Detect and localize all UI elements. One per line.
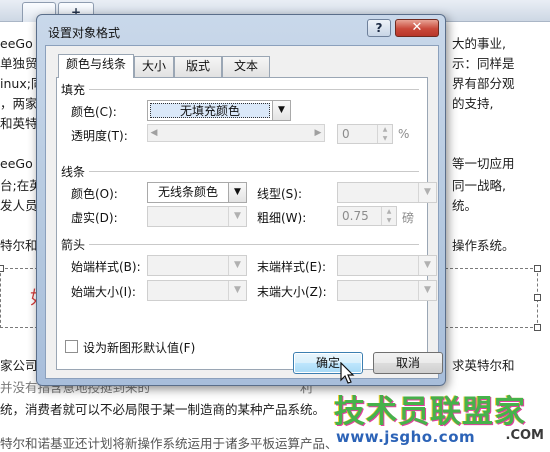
weight-label: 粗细(W): [257,211,307,225]
document-line-right: 大的事业, [452,36,506,51]
tab-text-box[interactable]: 文本框 [222,56,270,92]
weight-spinner[interactable]: 0.75 ▲ ▼ [337,206,397,226]
tab-size[interactable]: 大小 [134,56,174,77]
spinner-buttons[interactable]: ▲ ▼ [377,125,392,143]
weight-value: 0.75 [342,209,369,223]
dialog-title: 设置对象格式 [48,26,121,40]
set-as-default-checkbox[interactable] [65,340,78,353]
dialog-titlebar[interactable]: 设置对象格式 ? ✕ [37,15,445,45]
document-line-left: 家公司 [0,358,38,373]
transparency-value: 0 [342,127,350,141]
help-button[interactable]: ? [367,19,391,37]
watermark-logo-text: 技术员联盟家 [334,394,526,430]
document-line-left: 和英特 [0,116,38,131]
end-style-dropdown[interactable]: ▼ [337,255,437,276]
document-line-left: 单独贸 [0,56,38,71]
mouse-pointer-icon [340,362,355,384]
begin-style-label: 始端样式(B): [71,260,141,274]
line-section-label: 线条 [61,165,420,179]
document-line-right: 的支持, [452,96,494,111]
resize-handle[interactable] [0,265,4,272]
arrows-section-label: 箭头 [61,238,420,252]
chevron-down-icon[interactable]: ▼ [228,207,246,226]
tab-colors-and-lines[interactable]: 颜色与线条 [58,54,134,78]
fill-color-value: 无填充颜色 [150,103,270,118]
line-color-label: 颜色(O): [71,187,118,201]
end-style-label: 末端样式(E): [257,260,326,274]
document-line-right: 等一切应用 [452,156,515,171]
chevron-down-icon[interactable]: ▼ [418,281,436,300]
line-style-dropdown[interactable]: ▼ [337,182,437,203]
document-line-right: 同一战略, [452,178,506,193]
line-color-value: 无线条颜色 [157,185,218,199]
resize-handle[interactable] [534,294,541,301]
format-object-dialog: 设置对象格式 ? ✕ 颜色与线条 大小 版式 文本框 填充 颜色(C): 无填充… [36,14,446,386]
slider-left-arrow-icon[interactable]: ◀ [148,125,160,141]
chevron-down-icon[interactable]: ▼ [272,101,290,120]
fill-color-label: 颜色(C): [71,105,117,119]
document-line-right: 求英特尔和 [452,358,515,373]
document-line-left: 特尔和 [0,238,38,253]
watermark-suffix: .COM [505,428,544,443]
line-color-dropdown[interactable]: 无线条颜色 ▼ [147,182,247,203]
chevron-down-icon[interactable]: ▼ [418,183,436,202]
transparency-spinner[interactable]: 0 ▲ ▼ [337,124,393,144]
fill-section-label: 填充 [61,83,420,97]
close-button[interactable]: ✕ [395,19,439,37]
document-line-right: 统。 [452,198,478,213]
begin-style-value [150,258,226,273]
resize-handle[interactable] [534,265,541,272]
begin-size-label: 始端大小(I): [71,285,136,299]
end-size-label: 末端大小(Z): [257,285,327,299]
fill-color-dropdown[interactable]: 无填充颜色 ▼ [147,100,291,121]
end-size-dropdown[interactable]: ▼ [337,280,437,301]
begin-size-dropdown[interactable]: ▼ [147,280,247,301]
site-watermark: 技术员联盟家 www.jsgho.com .COM [332,390,550,451]
begin-size-value [150,283,226,298]
document-line-left: ，两家 [0,96,38,111]
tab-layout[interactable]: 版式 [174,56,222,77]
document-line-right: 示：同样是 [452,56,515,71]
begin-style-dropdown[interactable]: ▼ [147,255,247,276]
chevron-down-icon[interactable]: ▼ [228,256,246,275]
chevron-down-icon[interactable]: ▼ [418,256,436,275]
line-style-value [340,185,416,200]
document-line-left: 发人员 [0,198,38,213]
chevron-down-icon[interactable]: ▼ [228,281,246,300]
transparency-slider[interactable]: ◀ ▶ [147,124,325,142]
set-as-default-label[interactable]: 设为新图形默认值(F) [83,339,195,356]
end-style-value [340,258,416,273]
spinner-buttons[interactable]: ▲ ▼ [381,207,396,225]
line-style-label: 线型(S): [257,187,303,201]
document-line-right: 界有部分观 [452,76,515,91]
document-line-left: 统，消费者就可以不必局限于某一制造商的某种产品系统。 [0,402,326,417]
cancel-button[interactable]: 取消 [373,352,443,374]
chevron-down-icon[interactable]: ▼ [228,183,246,202]
end-size-value [340,283,416,298]
document-line-left: 特尔和诺基亚还计划将新操作系统运用于诸多平板运算产品、 [0,436,338,451]
dash-value [150,209,226,224]
dash-dropdown[interactable]: ▼ [147,206,247,227]
tab-panel-colors-and-lines: 填充 颜色(C): 无填充颜色 ▼ 透明度(T): ◀ ▶ 0 ▲ ▼ % 线条 … [56,77,437,370]
resize-handle[interactable] [534,324,541,331]
dialog-client-area: 颜色与线条 大小 版式 文本框 填充 颜色(C): 无填充颜色 ▼ 透明度(T)… [45,45,439,379]
transparency-unit: % [398,127,410,141]
document-line-right: 操作系统。 [452,238,515,253]
watermark-url: www.jsgho.com [336,428,476,446]
dash-label: 虚实(D): [71,211,118,225]
transparency-label: 透明度(T): [71,129,128,143]
weight-unit: 磅 [402,211,415,225]
slider-right-arrow-icon[interactable]: ▶ [312,125,324,141]
